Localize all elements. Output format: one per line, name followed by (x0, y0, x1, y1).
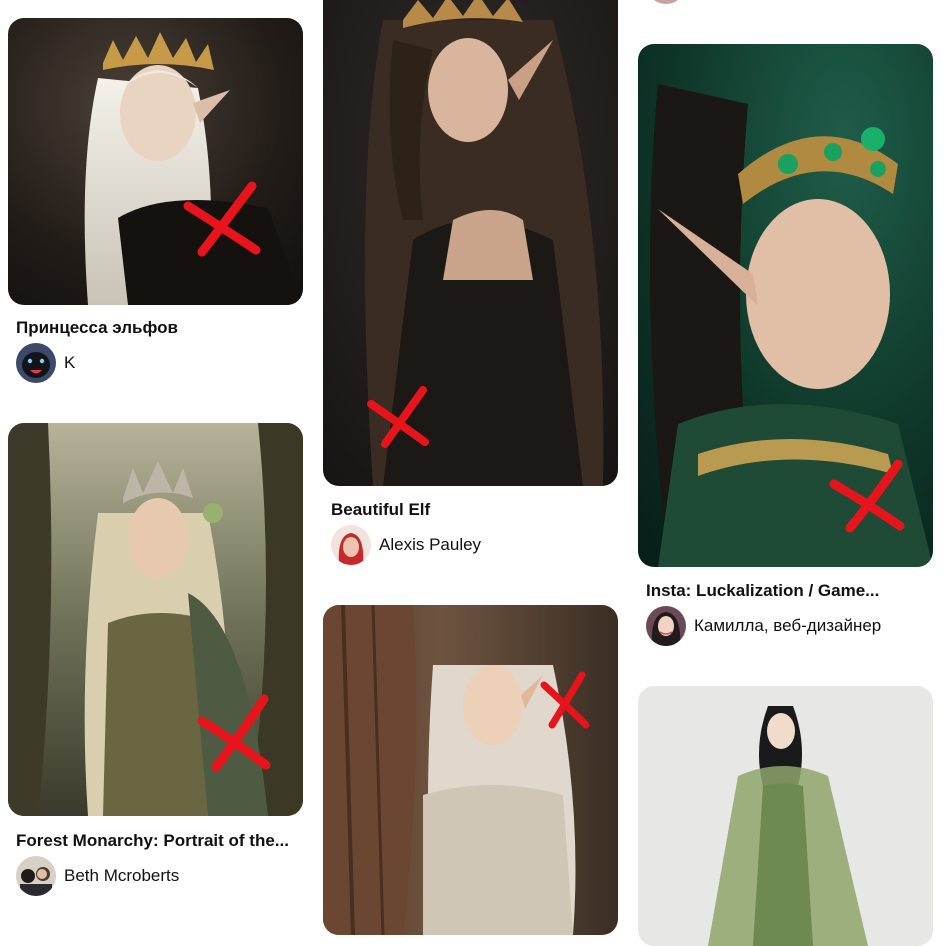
pin-author[interactable]: Beth Mcroberts (16, 856, 179, 896)
author-name: Камилла, веб-дизайнер (694, 616, 882, 635)
pin-image[interactable] (8, 423, 303, 816)
author-name: Alexis Pauley (379, 535, 482, 554)
pin-title[interactable]: Принцесса эльфов (16, 318, 296, 338)
cross-mark-icon (829, 459, 905, 533)
cross-mark-icon (367, 386, 429, 448)
pin-image[interactable] (323, 605, 618, 935)
pin-image[interactable] (323, 0, 618, 486)
pin-image[interactable] (638, 44, 933, 567)
pin-image-art (8, 18, 303, 305)
pin-title[interactable]: Insta: Luckalization / Game... (646, 581, 926, 601)
cross-mark-icon (183, 181, 261, 257)
panther-avatar-icon (16, 343, 56, 383)
cross-mark-icon (197, 694, 271, 772)
portrait-avatar-icon (646, 606, 686, 646)
red-hood-avatar-icon (331, 525, 371, 565)
avatar[interactable] (646, 0, 686, 4)
pin-author[interactable]: Alexis Pauley (331, 525, 481, 565)
author-name: K (64, 353, 76, 372)
pin-image-art (638, 686, 933, 946)
pin-image[interactable] (638, 686, 933, 946)
cross-mark-icon (540, 671, 590, 729)
pin-title[interactable]: Beautiful Elf (331, 500, 611, 520)
pin-image-art (323, 605, 618, 935)
pin-image[interactable] (8, 18, 303, 305)
pin-title[interactable]: Forest Monarchy: Portrait of the... (16, 831, 296, 851)
pin-author[interactable]: K (16, 343, 75, 383)
author-name: Beth Mcroberts (64, 866, 180, 885)
pin-author[interactable]: Камилла, веб-дизайнер (646, 606, 881, 646)
group-avatar-icon (16, 856, 56, 896)
